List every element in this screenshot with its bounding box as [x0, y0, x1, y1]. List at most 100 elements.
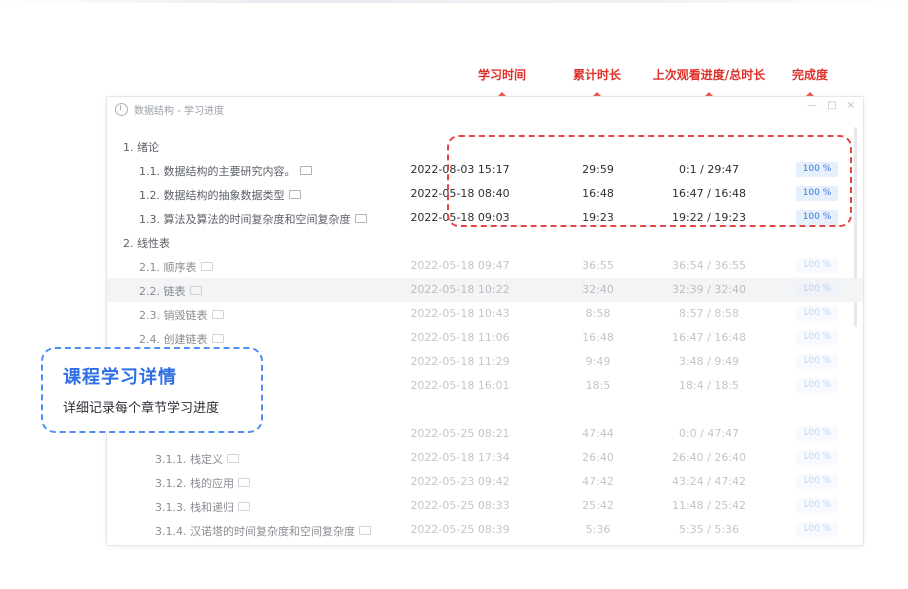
completion-badge: 100 %	[796, 498, 838, 513]
subtitle-icon	[211, 334, 224, 343]
progress-cell: 0:0 / 47:47	[678, 427, 740, 440]
chapter-title: 3.1.2. 栈的应用	[155, 475, 250, 491]
study-time-cell: 2022-05-18 10:22	[410, 283, 510, 296]
subtitle-icon	[226, 454, 239, 463]
window-controls: — □ ×	[807, 100, 855, 111]
study-time-cell: 2022-05-25 08:21	[410, 427, 510, 440]
subtitle-icon	[200, 262, 213, 271]
chapter-row[interactable]: 3.1.1. 栈定义 2022-05-18 17:34 26:40 26:40 / 2…	[107, 446, 863, 470]
chapter-title-text: 1.1. 数据结构的主要研究内容。	[139, 165, 296, 178]
chapter-row[interactable]: 2.1. 顺序表 2022-05-18 09:47 36:55 36:54 / 36:…	[107, 254, 863, 278]
chapter-title: 1. 绪论	[123, 139, 159, 155]
completion-badge: 100 %	[796, 306, 838, 321]
total-duration-cell: 36:55	[582, 259, 614, 272]
annotation-completion: 完成度	[791, 68, 829, 82]
chapter-title-text: 2.2. 链表	[139, 285, 186, 298]
study-time-cell: 2022-05-18 16:01	[410, 379, 510, 392]
subtitle-icon	[211, 310, 224, 319]
progress-cell: 5:35 / 5:36	[678, 523, 740, 536]
chapter-title: 2.4. 创建链表	[139, 331, 224, 347]
subtitle-icon	[237, 478, 250, 487]
chapter-row[interactable]: 3.1.3. 栈和递归 2022-05-25 08:33 25:42 11:48 / …	[107, 494, 863, 518]
chapter-title: 1.3. 算法及算法的时间复杂度和空间复杂度	[139, 211, 367, 227]
progress-cell: 36:54 / 36:55	[671, 259, 747, 272]
progress-cell: 32:39 / 32:40	[671, 283, 747, 296]
chapter-title-text: 1.2. 数据结构的抽象数据类型	[139, 189, 285, 202]
chapter-title-text: 2.1. 顺序表	[139, 261, 197, 274]
progress-cell: 16:47 / 16:48	[671, 331, 747, 344]
total-duration-cell: 18:5	[585, 379, 611, 392]
completion-badge: 100 %	[796, 474, 838, 489]
chapter-title: 1.2. 数据结构的抽象数据类型	[139, 187, 301, 203]
subtitle-icon	[237, 502, 250, 511]
chapter-title-text: 2.4. 创建链表	[139, 333, 208, 346]
study-time-cell: 2022-05-18 10:43	[410, 307, 510, 320]
minimize-button[interactable]: —	[807, 100, 817, 111]
study-time-cell: 2022-05-25 08:33	[410, 499, 510, 512]
feature-callout: 课程学习详情 详细记录每个章节学习进度	[41, 347, 263, 433]
completion-badge: 100 %	[796, 282, 838, 297]
chapter-title-text: 1.3. 算法及算法的时间复杂度和空间复杂度	[139, 213, 351, 226]
chapter-row[interactable]: 3.1.2. 栈的应用 2022-05-23 09:42 47:42 43:24 / …	[107, 470, 863, 494]
completion-badge: 100 %	[796, 378, 838, 393]
subtitle-icon	[299, 166, 312, 175]
annotation-study-time: 学习时间	[477, 68, 527, 82]
highlight-box	[447, 135, 852, 227]
study-time-cell: 2022-05-18 11:06	[410, 331, 510, 344]
total-duration-cell: 47:42	[582, 475, 614, 488]
subtitle-icon	[358, 526, 371, 535]
study-time-cell: 2022-05-18 09:47	[410, 259, 510, 272]
progress-cell: 8:57 / 8:58	[678, 307, 740, 320]
app-icon	[115, 103, 128, 116]
annotation-last-progress: 上次观看进度/总时长	[652, 68, 766, 82]
progress-cell: 3:48 / 9:49	[678, 355, 740, 368]
chapter-title-text: 3.1.1. 栈定义	[155, 453, 223, 466]
maximize-button[interactable]: □	[827, 100, 836, 111]
progress-cell: 18:4 / 18:5	[678, 379, 740, 392]
total-duration-cell: 25:42	[582, 499, 614, 512]
progress-cell: 43:24 / 47:42	[671, 475, 747, 488]
subtitle-icon	[189, 286, 202, 295]
callout-subtext: 详细记录每个章节学习进度	[63, 401, 220, 416]
chapter-row[interactable]: 2.3. 销毁链表 2022-05-18 10:43 8:58 8:57 / 8:58…	[107, 302, 863, 326]
window-titlebar: 数据结构 - 学习进度	[115, 102, 224, 117]
chapter-title-text: 2. 线性表	[123, 237, 170, 250]
total-duration-cell: 32:40	[582, 283, 614, 296]
chapter-title: 2. 线性表	[123, 235, 170, 251]
total-duration-cell: 16:48	[582, 331, 614, 344]
study-time-cell: 2022-05-25 08:39	[410, 523, 510, 536]
total-duration-cell: 47:44	[582, 427, 614, 440]
chapter-title: 1.1. 数据结构的主要研究内容。	[139, 163, 312, 179]
annotation-total-duration: 累计时长	[572, 68, 622, 82]
chapter-title-text: 3.1.4. 汉诺塔的时间复杂度和空间复杂度	[155, 525, 355, 538]
chapter-row[interactable]: 2. 线性表	[107, 230, 863, 254]
chapter-title-text: 3.1.2. 栈的应用	[155, 477, 234, 490]
study-time-cell: 2022-05-23 09:42	[410, 475, 510, 488]
total-duration-cell: 9:49	[585, 355, 611, 368]
chapter-title-text: 1. 绪论	[123, 141, 159, 154]
study-time-cell: 2022-05-18 17:34	[410, 451, 510, 464]
chapter-title-text: 2.3. 销毁链表	[139, 309, 208, 322]
study-time-cell: 2022-05-18 11:29	[410, 355, 510, 368]
chapter-title: 3.1.3. 栈和递归	[155, 499, 250, 515]
completion-badge: 100 %	[796, 450, 838, 465]
chapter-title-text: 3.1.3. 栈和递归	[155, 501, 234, 514]
completion-badge: 100 %	[796, 354, 838, 369]
window-title: 数据结构 - 学习进度	[134, 106, 224, 117]
top-strip	[0, 0, 908, 3]
close-button[interactable]: ×	[847, 100, 855, 111]
completion-badge: 100 %	[796, 330, 838, 345]
callout-heading: 课程学习详情	[63, 367, 177, 388]
subtitle-icon	[354, 214, 367, 223]
chapter-title: 3.1.4. 汉诺塔的时间复杂度和空间复杂度	[155, 523, 371, 539]
completion-badge: 100 %	[796, 426, 838, 441]
total-duration-cell: 5:36	[585, 523, 611, 536]
progress-cell: 26:40 / 26:40	[671, 451, 747, 464]
chapter-row[interactable]: 3.1.4. 汉诺塔的时间复杂度和空间复杂度 2022-05-25 08:39 5:…	[107, 518, 863, 542]
chapter-row[interactable]: 2.2. 链表 2022-05-18 10:22 32:40 32:39 / 32:4…	[107, 278, 863, 302]
progress-cell: 11:48 / 25:42	[671, 499, 747, 512]
completion-badge: 100 %	[796, 522, 838, 537]
chapter-title: 2.3. 销毁链表	[139, 307, 224, 323]
completion-badge: 100 %	[796, 258, 838, 273]
total-duration-cell: 26:40	[582, 451, 614, 464]
